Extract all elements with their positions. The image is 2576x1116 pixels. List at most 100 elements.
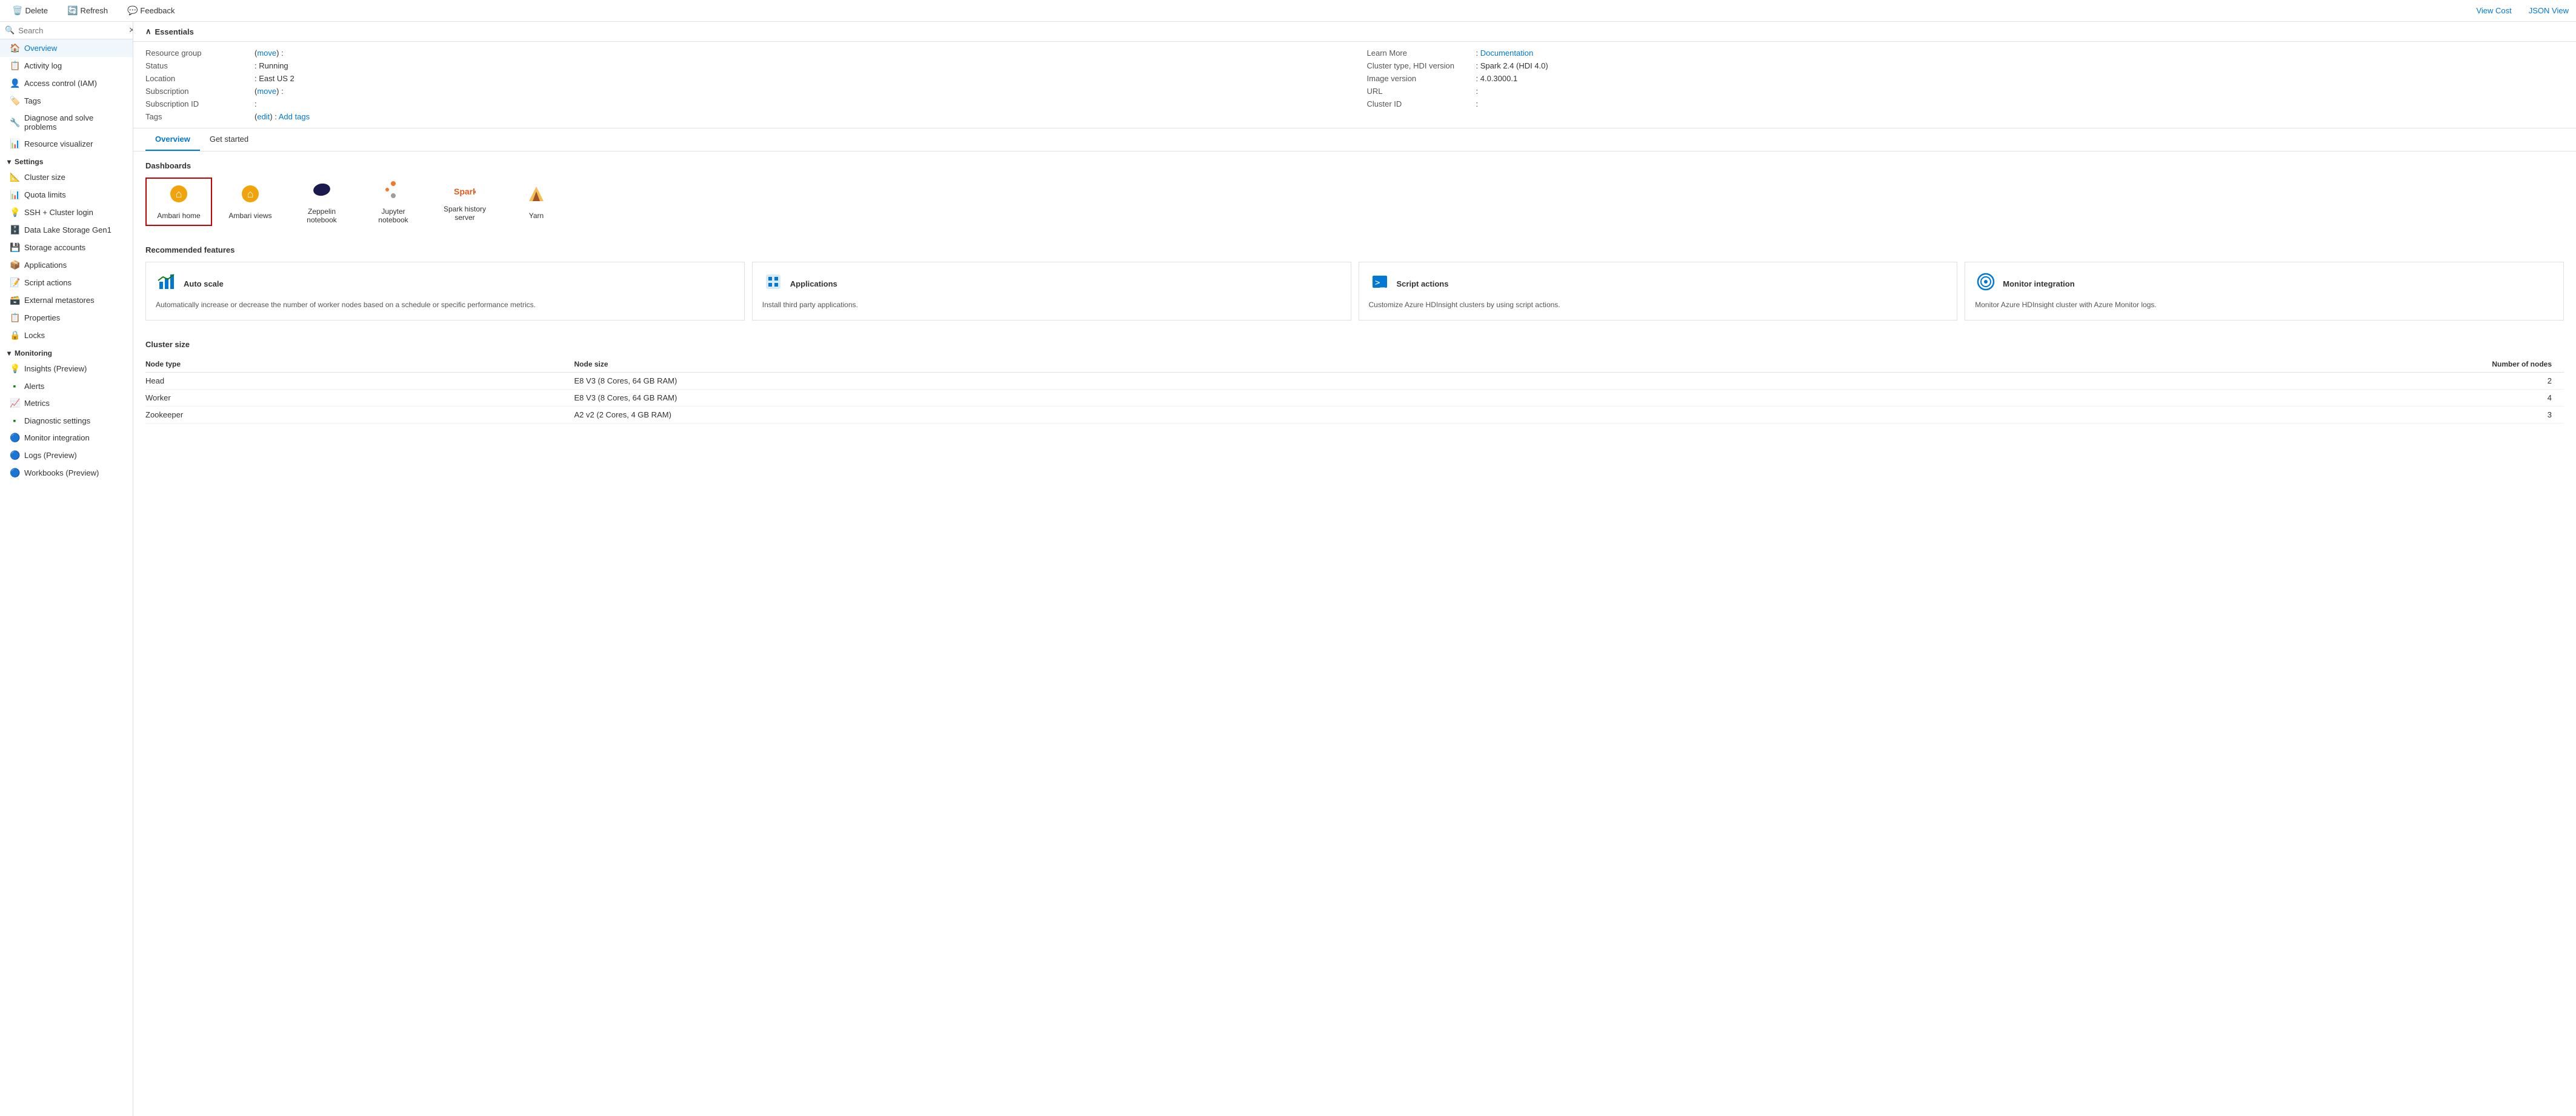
sidebar-item-external-metastores[interactable]: 🗃️ External metastores [0,291,133,309]
feature-applications[interactable]: Applications Install third party applica… [752,262,1351,321]
dashboard-ambari-views[interactable]: ⌂ Ambari views [217,178,284,226]
sidebar-item-monitor-integration[interactable]: 🔵 Monitor integration [0,429,133,447]
sidebar-item-access-control[interactable]: 👤 Access control (IAM) [0,75,133,92]
subscription-row: Subscription (move) : [145,85,1343,98]
jupyter-icon [384,180,403,204]
dashboard-zeppelin[interactable]: Zeppelin notebook [288,178,355,226]
delete-label: Delete [25,6,48,15]
monitoring-chevron-icon: ▾ [7,349,11,357]
svg-text:⌂: ⌂ [247,188,254,200]
tags-edit-link[interactable]: edit [257,112,270,121]
subscription-value: (move) : [255,87,284,96]
subscription-move-link[interactable]: move [257,87,276,96]
script-actions-feature-desc: Customize Azure HDInsight clusters by us… [1369,300,1948,310]
svg-text:>_: >_ [1375,278,1385,288]
workbooks-icon: 🔵 [10,468,19,478]
resource-group-move-link[interactable]: move [257,48,276,58]
sidebar-item-diagnose[interactable]: 🔧 Diagnose and solve problems [0,110,133,135]
dashboard-spark-history[interactable]: Spark Spark history server [431,178,498,226]
sidebar-label-diagnose: Diagnose and solve problems [24,113,125,131]
sidebar-item-tags[interactable]: 🏷️ Tags [0,92,133,110]
sidebar-item-logs[interactable]: 🔵 Logs (Preview) [0,447,133,464]
svg-text:Spark: Spark [454,187,476,196]
location-row: Location : East US 2 [145,72,1343,85]
settings-section-header[interactable]: ▾ Settings [0,153,133,168]
cell-node-type: Zookeeper [145,406,574,423]
sidebar-item-alerts[interactable]: ▪ Alerts [0,377,133,394]
dashboards-title: Dashboards [145,161,2564,170]
dashboard-jupyter[interactable]: Jupyter notebook [360,178,427,226]
sidebar-item-script-actions[interactable]: 📝 Script actions [0,274,133,291]
delete-button[interactable]: 🗑️ Delete [7,3,53,18]
sidebar-item-overview[interactable]: 🏠 Overview [0,39,133,57]
sidebar-label-alerts: Alerts [24,382,44,391]
sidebar-item-diagnostic[interactable]: ▪ Diagnostic settings [0,412,133,429]
feature-script-header: >_ Script actions [1369,272,1948,295]
dashboard-ambari-home[interactable]: ⌂ Ambari home [145,178,212,226]
sidebar-item-activity-log[interactable]: 📋 Activity log [0,57,133,75]
feature-monitor-integration[interactable]: Monitor integration Monitor Azure HDInsi… [1965,262,2564,321]
tab-get-started[interactable]: Get started [200,128,258,151]
cluster-id-value: : [1476,99,1479,108]
url-value: : [1476,87,1479,96]
search-icon: 🔍 [5,25,15,35]
cluster-size-icon: 📐 [10,172,19,182]
sidebar-item-cluster-size[interactable]: 📐 Cluster size [0,168,133,186]
image-version-label: Image version [1367,74,1476,83]
overview-icon: 🏠 [10,43,19,53]
json-view-link[interactable]: JSON View [2529,6,2569,15]
table-row: Worker E8 V3 (8 Cores, 64 GB RAM) 4 [145,389,2564,406]
sidebar-item-metrics[interactable]: 📈 Metrics [0,394,133,412]
sidebar-item-locks[interactable]: 🔒 Locks [0,327,133,344]
sidebar-label-tags: Tags [24,96,41,105]
monitoring-section-header[interactable]: ▾ Monitoring [0,344,133,360]
sidebar-label-overview: Overview [24,44,57,53]
sidebar-item-ssh[interactable]: 💡 SSH + Cluster login [0,204,133,221]
sidebar: 🔍 ✕ « 🏠 Overview 📋 Activity log 👤 Access… [0,22,133,1116]
access-control-icon: 👤 [10,78,19,88]
search-input[interactable] [18,26,125,35]
properties-icon: 📋 [10,313,19,323]
sidebar-item-data-lake[interactable]: 🗄️ Data Lake Storage Gen1 [0,221,133,239]
auto-scale-title: Auto scale [184,279,224,288]
essentials-title: ∧ Essentials [145,27,194,36]
image-version-value: : 4.0.3000.1 [1476,74,1518,83]
resource-visualizer-icon: 📊 [10,139,19,149]
sidebar-item-resource-visualizer[interactable]: 📊 Resource visualizer [0,135,133,153]
url-row: URL : [1367,85,2564,98]
close-icon[interactable]: ✕ [128,25,133,35]
feature-script-actions[interactable]: >_ Script actions Customize Azure HDInsi… [1359,262,1958,321]
script-actions-icon: 📝 [10,277,19,288]
cell-num-nodes: 3 [1745,406,2564,423]
resource-group-value: (move) : [255,48,284,58]
refresh-icon: 🔄 [67,5,78,16]
subscription-id-row: Subscription ID : [145,98,1343,110]
sidebar-item-properties[interactable]: 📋 Properties [0,309,133,327]
feature-auto-scale-header: Auto scale [156,272,734,295]
view-cost-link[interactable]: View Cost [2476,6,2511,15]
dashboards-grid: ⌂ Ambari home ⌂ Ambari views Zeppelin no… [145,178,2564,226]
sidebar-item-workbooks[interactable]: 🔵 Workbooks (Preview) [0,464,133,482]
applications-feature-title: Applications [790,279,837,288]
sidebar-label-script-actions: Script actions [24,278,72,287]
tags-add-link[interactable]: Add tags [279,112,310,121]
location-label: Location [145,74,255,83]
sidebar-item-quota-limits[interactable]: 📊 Quota limits [0,186,133,204]
sidebar-label-applications: Applications [24,261,67,270]
tab-overview[interactable]: Overview [145,128,200,151]
documentation-link[interactable]: Documentation [1480,48,1533,58]
sidebar-item-storage-accounts[interactable]: 💾 Storage accounts [0,239,133,256]
diagnostic-icon: ▪ [10,416,19,425]
locks-icon: 🔒 [10,330,19,340]
cell-node-type: Worker [145,389,574,406]
refresh-button[interactable]: 🔄 Refresh [62,3,113,18]
feature-auto-scale[interactable]: Auto scale Automatically increase or dec… [145,262,745,321]
logs-icon: 🔵 [10,450,19,460]
dashboard-yarn[interactable]: Yarn [503,178,570,226]
sidebar-item-applications[interactable]: 📦 Applications [0,256,133,274]
script-actions-feature-icon: >_ [1369,272,1391,295]
sidebar-item-insights[interactable]: 💡 Insights (Preview) [0,360,133,377]
feedback-button[interactable]: 💬 Feedback [122,3,180,18]
ssh-icon: 💡 [10,207,19,218]
auto-scale-desc: Automatically increase or decrease the n… [156,300,734,310]
